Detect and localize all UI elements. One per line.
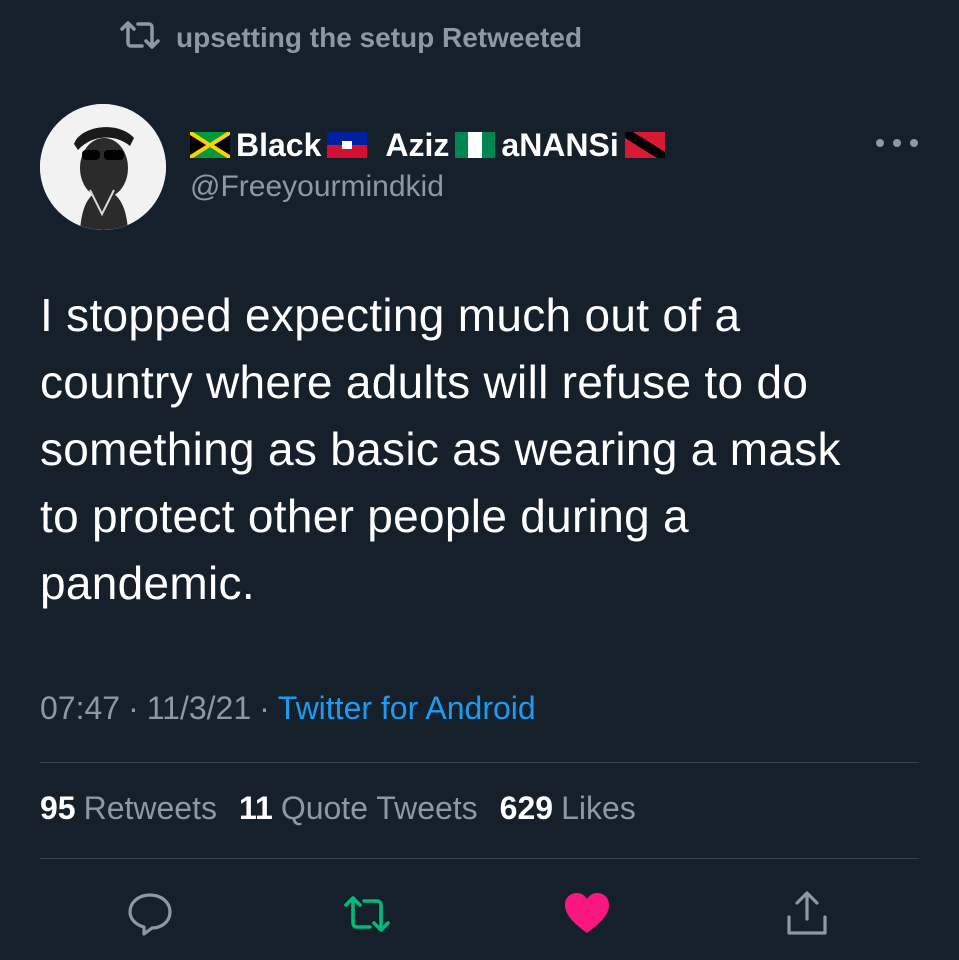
retweet-icon[interactable] [342,888,392,940]
share-icon[interactable] [782,888,832,940]
author-name-part-3: aNANSi [501,126,619,163]
more-options-icon[interactable] [876,128,918,158]
tweet-meta: 07:47 · 11/3/21 · Twitter for Android [40,690,536,727]
tweet-date: 11/3/21 [146,690,252,726]
author-handle[interactable]: @Freeyourmindkid [190,170,444,204]
meta-separator: · [259,690,270,726]
divider [40,858,919,859]
author-name-part-1: Black [236,126,322,163]
trinidad-flag-icon [624,132,665,158]
author-name[interactable]: Black Aziz aNANSi [190,122,665,168]
tweet-text: I stopped expecting much out of a countr… [40,289,841,609]
retweet-icon [118,19,162,58]
tweet-stats: 95 Retweets 11 Quote Tweets 629 Likes [40,790,636,827]
retweet-banner[interactable]: upsetting the setup Retweeted [118,18,582,58]
retweet-banner-text: upsetting the setup Retweeted [176,22,583,53]
author-name-part-2: Aziz [385,126,450,163]
reply-icon[interactable] [125,888,175,940]
quote-tweets-stat[interactable]: 11 Quote Tweets [239,790,478,827]
like-icon[interactable] [562,888,612,940]
jamaica-flag-icon [190,132,230,158]
tweet-source-link[interactable]: Twitter for Android [278,690,536,727]
haiti-flag-icon [327,132,368,158]
avatar[interactable] [40,104,166,230]
meta-separator: · [128,690,139,726]
likes-stat[interactable]: 629 Likes [500,790,636,827]
retweets-stat[interactable]: 95 Retweets [40,790,217,827]
nigeria-flag-icon [455,132,496,158]
action-bar [0,888,959,940]
tweet-time: 07:47 [40,690,121,726]
divider [40,762,919,763]
